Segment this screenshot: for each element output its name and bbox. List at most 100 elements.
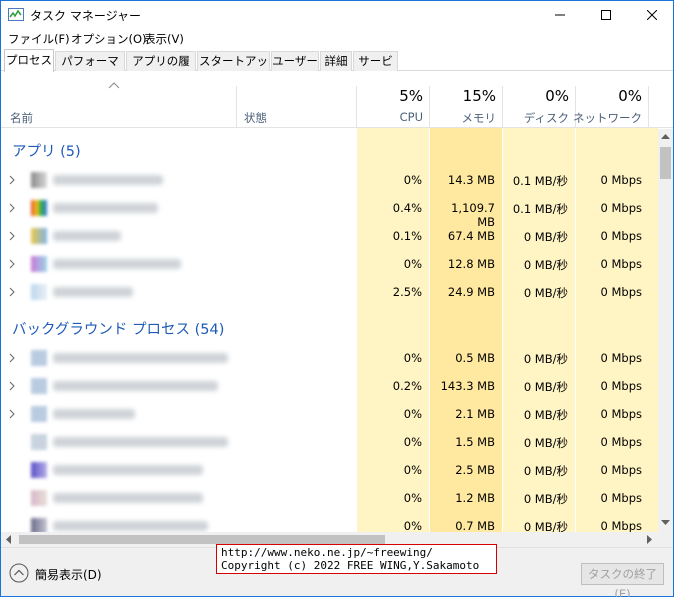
column-cpu[interactable]: CPU (361, 110, 423, 124)
chevron-right-icon[interactable] (9, 175, 15, 185)
column-memory[interactable]: メモリ (434, 110, 497, 126)
end-task-button[interactable]: タスクの終了(E) (581, 563, 664, 597)
table-row[interactable]: 0% 1.5 MB 0 MB/秒 0 Mbps (1, 428, 658, 456)
process-name-redacted (53, 287, 133, 297)
title-bar[interactable]: タスク マネージャー (1, 1, 673, 29)
process-name-redacted (53, 353, 228, 363)
app-icon (31, 462, 47, 478)
menu-bar: ファイル(F) オプション(O) 表示(V) (1, 29, 673, 49)
process-name-redacted (53, 231, 121, 241)
task-manager-window: タスク マネージャー ファイル(F) オプション(O) 表示(V) プロセス パ… (0, 0, 674, 597)
scroll-up-icon[interactable] (661, 133, 670, 139)
table-row[interactable]: 0% 1.2 MB 0 MB/秒 0 Mbps (1, 484, 658, 512)
minimize-icon (555, 14, 565, 16)
app-icon (31, 284, 47, 300)
memory-cell: 24.9 MB (447, 285, 495, 299)
chevron-right-icon[interactable] (9, 203, 15, 213)
table-row[interactable]: 2.5% 24.9 MB 0 MB/秒 0 Mbps (1, 278, 658, 306)
column-name[interactable]: 名前 (10, 110, 33, 126)
chevron-right-icon[interactable] (9, 353, 15, 363)
column-status[interactable]: 状態 (244, 110, 267, 126)
app-icon (31, 200, 47, 216)
column-disk[interactable]: ディスク (507, 110, 569, 126)
sort-ascending-icon[interactable] (108, 82, 120, 89)
horizontal-scroll-thumb[interactable] (19, 535, 385, 544)
table-row[interactable]: 0% 2.1 MB 0 MB/秒 0 Mbps (1, 400, 658, 428)
tab-startup[interactable]: スタートアップ (197, 51, 270, 86)
cpu-cell: 0% (403, 491, 422, 505)
maximize-button[interactable] (583, 1, 629, 29)
table-row[interactable]: 0% 0.5 MB 0 MB/秒 0 Mbps (1, 344, 658, 372)
chevron-right-icon[interactable] (9, 287, 15, 297)
group-background-header[interactable]: バックグラウンド プロセス (54) (12, 318, 224, 339)
tab-app-history[interactable]: アプリの履歴 (126, 51, 196, 86)
tab-processes[interactable]: プロセス (4, 49, 54, 72)
scroll-left-icon[interactable] (5, 535, 11, 544)
app-icon (31, 406, 47, 422)
vertical-scrollbar[interactable] (658, 129, 673, 532)
chevron-right-icon[interactable] (9, 381, 15, 391)
network-cell: 0 Mbps (600, 173, 643, 187)
collapse-chevron-icon[interactable] (9, 563, 29, 583)
table-row[interactable]: 0% 12.8 MB 0 MB/秒 0 Mbps (1, 250, 658, 278)
tab-performance[interactable]: パフォーマンス (55, 51, 125, 86)
column-divider (648, 86, 649, 128)
memory-total[interactable]: 15% (434, 87, 496, 105)
column-divider (236, 86, 237, 128)
chevron-right-icon[interactable] (9, 259, 15, 269)
network-cell: 0 Mbps (600, 519, 643, 532)
minimize-button[interactable] (537, 1, 583, 29)
process-name-redacted (53, 437, 228, 447)
vertical-scroll-thumb[interactable] (660, 147, 671, 179)
disk-cell: 0 MB/秒 (523, 230, 568, 244)
table-row[interactable]: 0.4% 1,109.7 MB 0.1 MB/秒 0 Mbps (1, 194, 658, 229)
cpu-cell: 0% (403, 463, 422, 477)
memory-cell: 14.3 MB (447, 173, 495, 187)
memory-cell: 12.8 MB (447, 257, 495, 271)
app-icon (31, 256, 47, 272)
cpu-cell: 0% (403, 435, 422, 449)
scrollbar-corner (658, 532, 673, 547)
app-icon (31, 434, 47, 450)
table-row[interactable]: 0% 14.3 MB 0.1 MB/秒 0 Mbps (1, 166, 658, 194)
fewer-details-link[interactable]: 簡易表示(D) (35, 566, 102, 583)
disk-cell: 0 MB/秒 (523, 258, 568, 272)
memory-cell: 0.7 MB (455, 519, 495, 532)
disk-cell: 0 MB/秒 (523, 286, 568, 300)
menu-view[interactable]: 表示(V) (144, 29, 184, 49)
disk-cell: 0.1 MB/秒 (512, 174, 568, 188)
memory-cell: 2.5 MB (455, 463, 495, 477)
tab-users[interactable]: ユーザー (271, 51, 319, 71)
network-cell: 0 Mbps (600, 201, 643, 215)
menu-file[interactable]: ファイル(F) (8, 29, 70, 49)
table-row[interactable]: 0.2% 143.3 MB 0 MB/秒 0 Mbps (1, 372, 658, 400)
chevron-right-icon[interactable] (9, 409, 15, 419)
network-cell: 0 Mbps (600, 463, 643, 477)
tab-services[interactable]: サービス (353, 51, 398, 86)
close-button[interactable] (629, 1, 674, 29)
column-divider (429, 86, 430, 128)
scroll-down-icon[interactable] (661, 520, 670, 526)
scroll-right-icon[interactable] (647, 535, 653, 544)
network-cell: 0 Mbps (600, 285, 643, 299)
group-apps-header[interactable]: アプリ (5) (12, 140, 81, 161)
tab-details[interactable]: 詳細 (320, 51, 352, 71)
memory-cell: 0.5 MB (455, 351, 495, 365)
network-total[interactable]: 0% (580, 87, 642, 105)
disk-total[interactable]: 0% (507, 87, 569, 105)
column-network[interactable]: ネットワーク (571, 110, 642, 126)
maximize-icon (601, 10, 611, 20)
chevron-right-icon[interactable] (9, 231, 15, 241)
app-icon (31, 172, 47, 188)
menu-options[interactable]: オプション(O) (71, 29, 147, 49)
network-cell: 0 Mbps (600, 257, 643, 271)
memory-cell: 1.2 MB (455, 491, 495, 505)
cpu-total[interactable]: 5% (361, 87, 423, 105)
disk-cell: 0 MB/秒 (523, 492, 568, 506)
column-divider (502, 86, 503, 128)
table-row[interactable]: 0.1% 67.4 MB 0 MB/秒 0 Mbps (1, 222, 658, 250)
network-cell: 0 Mbps (600, 229, 643, 243)
table-row[interactable]: 0% 2.5 MB 0 MB/秒 0 Mbps (1, 456, 658, 484)
table-row[interactable]: 0% 0.7 MB 0 MB/秒 0 Mbps (1, 512, 658, 532)
app-icon (31, 518, 47, 532)
